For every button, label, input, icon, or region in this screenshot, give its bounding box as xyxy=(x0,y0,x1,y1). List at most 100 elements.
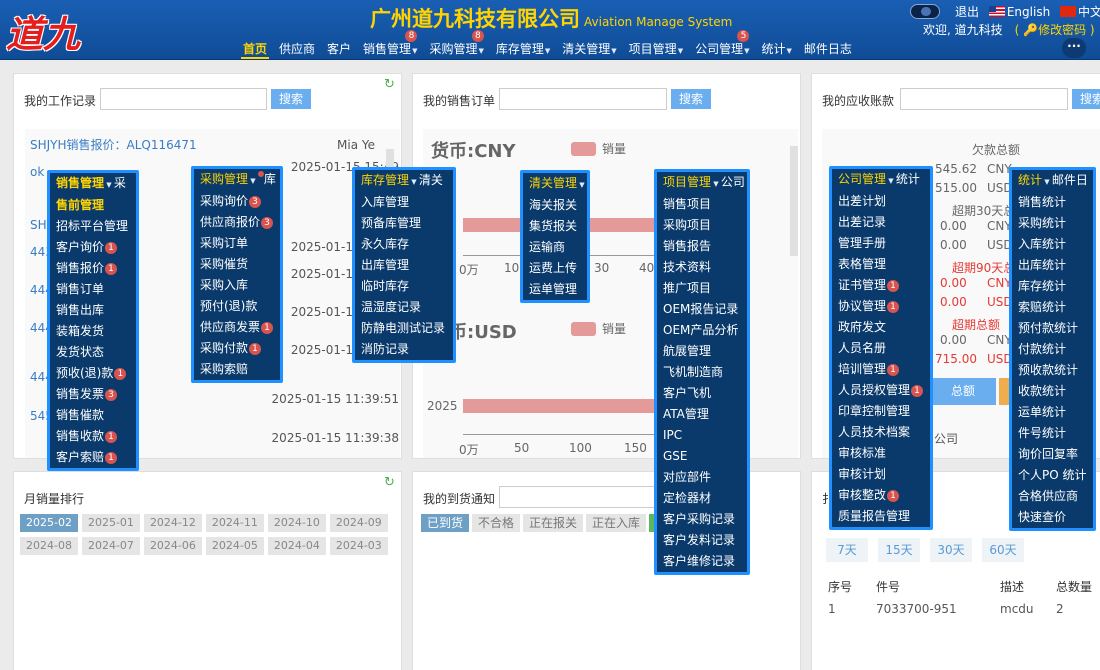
menu-item-company[interactable]: 审核标准 xyxy=(832,443,930,464)
refresh-icon[interactable]: ↻ xyxy=(384,77,395,92)
menu-item-sales[interactable]: 装箱发货 xyxy=(50,321,136,342)
menu-item-project[interactable]: 销售项目 xyxy=(657,194,747,215)
menu-item-purchase[interactable]: 采购付款 1 xyxy=(194,338,280,359)
menu-header[interactable]: 采购管理 ▼ 库 xyxy=(194,169,280,191)
menu-item-stats[interactable]: 收款统计 xyxy=(1012,381,1093,402)
menu-item-sales[interactable]: 销售发票 3 xyxy=(50,384,136,405)
work-log-title[interactable]: ok xyxy=(30,165,44,179)
menu-item-stats[interactable]: 预收款统计 xyxy=(1012,360,1093,381)
month-tab[interactable]: 2024-08 xyxy=(20,537,78,555)
menu-item-stats[interactable]: 预付款统计 xyxy=(1012,318,1093,339)
menu-item-stats[interactable]: 付款统计 xyxy=(1012,339,1093,360)
month-tab[interactable]: 2024-05 xyxy=(205,537,264,555)
menu-item-stats[interactable]: 件号统计 xyxy=(1012,423,1093,444)
lang-en-link[interactable]: English xyxy=(988,5,1050,19)
menu-item-stats[interactable]: 索赔统计 xyxy=(1012,297,1093,318)
refresh-icon[interactable]: ↻ xyxy=(384,475,395,490)
menu-item-project[interactable]: OEM报告记录 xyxy=(657,299,747,320)
menu-header[interactable]: 项目管理 ▼ 公司 xyxy=(657,172,747,194)
nav-item-2[interactable]: 客户 xyxy=(321,38,357,60)
menu-item-company[interactable]: 出差计划 xyxy=(832,191,930,212)
menu-item-sales[interactable]: 客户询价 1 xyxy=(50,237,136,258)
nav-item-1[interactable]: 供应商 xyxy=(273,38,321,60)
menu-item-project[interactable]: 客户维修记录 xyxy=(657,551,747,572)
menu-item-stats[interactable]: 入库统计 xyxy=(1012,234,1093,255)
month-tab[interactable]: 2024-07 xyxy=(81,537,140,555)
month-tab[interactable]: 2024-04 xyxy=(267,537,326,555)
menu-item-company[interactable]: 印章控制管理 xyxy=(832,401,930,422)
sales-search-input[interactable] xyxy=(499,88,667,110)
menu-item-purchase[interactable]: 采购询价 3 xyxy=(194,191,280,212)
menu-item-project[interactable]: 航展管理 xyxy=(657,341,747,362)
day-range-button[interactable]: 30天 xyxy=(930,538,972,562)
menu-item-inventory[interactable]: 永久库存 xyxy=(355,234,453,255)
menu-item-stats[interactable]: 销售统计 xyxy=(1012,192,1093,213)
menu-item-project[interactable]: 对应部件 xyxy=(657,467,747,488)
menu-item-inventory[interactable]: 消防记录 xyxy=(355,339,453,360)
menu-item-inventory[interactable]: 出库管理 xyxy=(355,255,453,276)
menu-item-sales[interactable]: 售前管理 xyxy=(50,195,136,216)
menu-item-purchase[interactable]: 采购索赔 xyxy=(194,359,280,380)
menu-item-stats[interactable]: 库存统计 xyxy=(1012,276,1093,297)
nav-item-7[interactable]: 项目管理▼ xyxy=(623,38,689,60)
day-range-button[interactable]: 60天 xyxy=(982,538,1024,562)
menu-item-stats[interactable]: 采购统计 xyxy=(1012,213,1093,234)
menu-item-company[interactable]: 质量报告管理 xyxy=(832,506,930,527)
month-tab[interactable]: 2025-02 xyxy=(20,514,78,532)
day-range-button[interactable]: 15天 xyxy=(878,538,920,562)
menu-item-sales[interactable]: 销售出库 xyxy=(50,300,136,321)
nav-item-10[interactable]: 邮件日志 xyxy=(798,38,858,60)
menu-item-customs[interactable]: 运费上传 xyxy=(523,258,587,279)
menu-header[interactable]: 清关管理 ▼ xyxy=(523,173,587,195)
nav-item-4[interactable]: 采购管理▼ 8 xyxy=(423,30,489,60)
month-tab[interactable]: 2024-12 xyxy=(143,514,202,532)
menu-item-project[interactable]: 客户采购记录 xyxy=(657,509,747,530)
menu-header[interactable]: 统计 ▼ 邮件日 xyxy=(1012,170,1093,192)
menu-item-customs[interactable]: 运输商 xyxy=(523,237,587,258)
menu-item-project[interactable]: 采购项目 xyxy=(657,215,747,236)
menu-item-company[interactable]: 审核计划 xyxy=(832,464,930,485)
menu-item-stats[interactable]: 运单统计 xyxy=(1012,402,1093,423)
total-amount-button[interactable]: 总额 xyxy=(930,378,996,405)
menu-item-customs[interactable]: 海关报关 xyxy=(523,195,587,216)
menu-item-purchase[interactable]: 供应商报价 3 xyxy=(194,212,280,233)
menu-item-sales[interactable]: 销售报价 1 xyxy=(50,258,136,279)
menu-header[interactable]: 销售管理 ▼ 采 xyxy=(50,173,136,195)
theme-toggle[interactable] xyxy=(910,4,940,19)
work-log-item[interactable]: SHJYH销售报价：ALQ116471 Mia Ye 2025-01-15 15:4… xyxy=(30,134,399,174)
lang-cn-link[interactable]: 中文 xyxy=(1060,5,1100,19)
menu-item-stats[interactable]: 个人PO 统计 xyxy=(1012,465,1093,486)
receivable-search-input[interactable] xyxy=(900,88,1068,110)
menu-item-purchase[interactable]: 采购入库 xyxy=(194,275,280,296)
receivable-search-button[interactable]: 搜索 xyxy=(1072,89,1100,109)
chart-scrollbar[interactable] xyxy=(790,146,798,256)
menu-header[interactable]: 公司管理 ▼ 统计 xyxy=(832,169,930,191)
menu-item-stats[interactable]: 合格供应商 xyxy=(1012,486,1093,507)
company-logo[interactable]: 道九 xyxy=(6,4,80,58)
menu-item-inventory[interactable]: 温湿度记录 xyxy=(355,297,453,318)
arrival-tab[interactable]: 已到货 xyxy=(421,514,470,532)
day-range-button[interactable]: 7天 xyxy=(826,538,868,562)
logout-link[interactable]: 退出 xyxy=(955,5,979,19)
menu-item-sales[interactable]: 发货状态 xyxy=(50,342,136,363)
menu-item-company[interactable]: 培训管理 1 xyxy=(832,359,930,380)
menu-item-project[interactable]: IPC xyxy=(657,425,747,446)
month-tab[interactable]: 2024-06 xyxy=(143,537,202,555)
menu-item-company[interactable]: 出差记录 xyxy=(832,212,930,233)
menu-item-project[interactable]: 技术资料 xyxy=(657,257,747,278)
menu-item-stats[interactable]: 快速查价 xyxy=(1012,507,1093,528)
month-tab[interactable]: 2025-01 xyxy=(81,514,140,532)
menu-item-inventory[interactable]: 预备库管理 xyxy=(355,213,453,234)
menu-item-company[interactable]: 管理手册 xyxy=(832,233,930,254)
menu-item-sales[interactable]: 销售订单 xyxy=(50,279,136,300)
menu-item-sales[interactable]: 销售收款 1 xyxy=(50,426,136,447)
menu-item-project[interactable]: 飞机制造商 xyxy=(657,362,747,383)
menu-item-company[interactable]: 政府发文 xyxy=(832,317,930,338)
menu-item-inventory[interactable]: 防静电测试记录 xyxy=(355,318,453,339)
nav-item-9[interactable]: 统计▼ xyxy=(755,38,797,60)
menu-item-company[interactable]: 证书管理 1 xyxy=(832,275,930,296)
menu-item-project[interactable]: 客户发料记录 xyxy=(657,530,747,551)
nav-item-6[interactable]: 清关管理▼ xyxy=(556,38,622,60)
change-password-link[interactable]: ( 🔑修改密码 ) xyxy=(1015,23,1095,37)
menu-item-company[interactable]: 人员技术档案 xyxy=(832,422,930,443)
